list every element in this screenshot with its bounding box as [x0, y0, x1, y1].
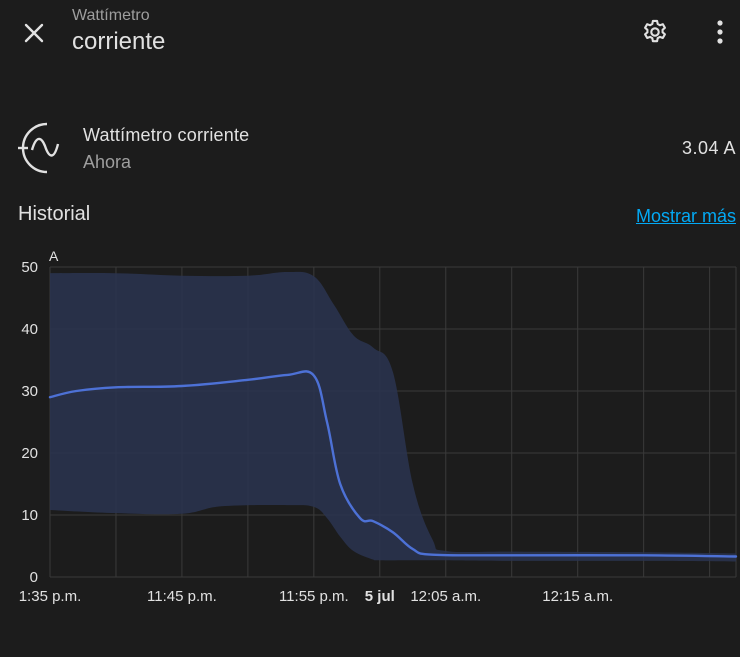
min-max-band: [50, 271, 736, 562]
entity-state-value: 3.04 A: [681, 138, 736, 158]
y-tick-label: 10: [21, 507, 38, 524]
y-tick-label: 30: [21, 383, 38, 400]
dialog-title: corriente: [72, 28, 166, 55]
x-tick-label: 12:05 a.m.: [410, 588, 481, 605]
settings-button[interactable]: [636, 13, 674, 51]
y-tick-label: 40: [21, 321, 38, 338]
overflow-menu-button[interactable]: [702, 13, 738, 51]
history-chart[interactable]: 0 10 20 30 40 50 1:35 p.m. 11:45 p.m. 11:55 p.m.…: [0, 240, 740, 610]
x-tick-label: 12:15 a.m.: [542, 588, 613, 605]
entity-last-changed: Ahora: [83, 152, 132, 172]
x-tick-label: 1:35 p.m.: [19, 588, 82, 605]
y-axis-label: A: [49, 248, 59, 264]
x-tick-label: 5 jul: [365, 588, 395, 605]
dots-vertical-icon: [717, 20, 723, 44]
entity-more-info-dialog: Wattímetro corriente Wattímetro corrient…: [0, 0, 740, 657]
close-icon: [24, 23, 44, 43]
x-tick-label: 11:45 p.m.: [147, 588, 217, 605]
sine-wave-icon: [18, 122, 60, 174]
dialog-subtitle: Wattímetro: [72, 7, 150, 24]
y-tick-label: 50: [21, 259, 38, 276]
y-tick-label: 0: [30, 569, 38, 586]
entity-name: Wattímetro corriente: [83, 125, 250, 145]
x-tick-label: 11:55 p.m.: [279, 588, 349, 605]
y-tick-label: 20: [21, 445, 38, 462]
gear-icon: [644, 19, 666, 43]
history-heading: Historial: [18, 203, 91, 225]
close-button[interactable]: [16, 15, 52, 51]
show-more-link[interactable]: Mostrar más: [636, 206, 736, 227]
